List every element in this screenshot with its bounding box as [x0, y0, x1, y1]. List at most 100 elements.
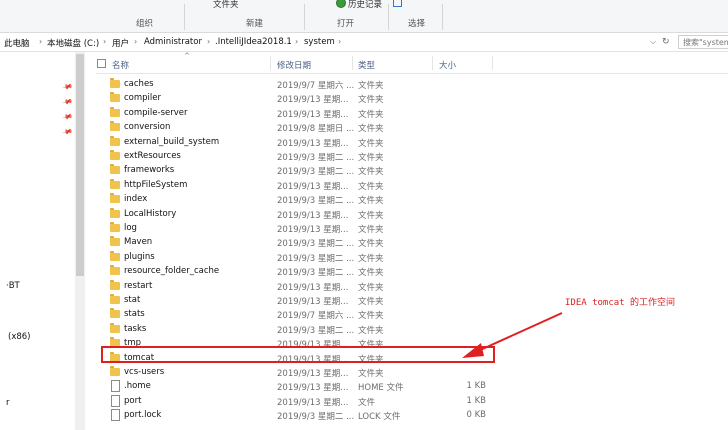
breadcrumb-chevron-icon[interactable]: › [207, 37, 210, 46]
folder-icon [110, 207, 120, 218]
folder-icon [110, 135, 120, 146]
file-type: LOCK 文件 [358, 412, 401, 423]
file-row[interactable]: index 2019/9/3 星期二 ... 文件夹 [96, 192, 656, 206]
file-row[interactable]: LocalHistory 2019/9/13 星期... 文件夹 [96, 207, 656, 221]
file-name: frameworks [124, 165, 175, 176]
file-type: 文件夹 [358, 124, 384, 135]
annotation-text: IDEA tomcat 的工作空间 [565, 298, 676, 308]
pin-icon[interactable]: 📌 [62, 126, 74, 137]
column-header-type[interactable]: 类型 [358, 59, 375, 71]
address-dropdown-icon[interactable]: ⌵ [650, 37, 656, 47]
file-name: compile-server [124, 107, 188, 118]
column-divider[interactable] [432, 56, 433, 70]
folder-icon [110, 279, 120, 290]
ribbon-folder-fragment[interactable]: 文件夹 [213, 0, 239, 10]
file-date: 2019/9/13 星期... [277, 383, 349, 394]
refresh-icon[interactable]: ↻ [662, 37, 670, 47]
file-name: extResources [124, 151, 181, 161]
file-row[interactable]: compile-server 2019/9/13 星期... 文件夹 [96, 106, 656, 120]
breadcrumb-local-disk[interactable]: 本地磁盘 (C:) [47, 37, 99, 49]
file-name: conversion [124, 122, 171, 133]
folder-icon [110, 322, 120, 333]
file-type: 文件夹 [358, 196, 384, 207]
file-type: 文件夹 [358, 239, 384, 250]
ribbon-divider [388, 4, 389, 30]
file-row[interactable]: caches 2019/9/7 星期六 ... 文件夹 [96, 77, 656, 91]
file-type: 文件 [358, 397, 376, 408]
file-row[interactable]: stats 2019/9/7 星期六 ... 文件夹 [96, 307, 656, 321]
search-input[interactable]: 搜索"system" [678, 35, 728, 49]
file-row[interactable]: .home 2019/9/13 星期... HOME 文件 1 KB [96, 379, 656, 393]
history-button[interactable]: 历史记录 [336, 0, 382, 10]
file-row[interactable]: vcs-users 2019/9/13 星期... 文件夹 [96, 365, 656, 379]
file-type: 文件夹 [358, 109, 384, 120]
file-row[interactable]: frameworks 2019/9/3 星期二 ... 文件夹 [96, 163, 656, 177]
breadcrumb-chevron-icon[interactable]: › [103, 37, 106, 46]
breadcrumb-system[interactable]: system [304, 37, 335, 47]
file-row[interactable]: resource_folder_cache 2019/9/3 星期二 ... 文件夹 [96, 264, 656, 278]
file-row[interactable]: compiler 2019/9/13 星期... 文件夹 [96, 91, 656, 105]
select-check-fragment[interactable] [393, 0, 402, 9]
file-row[interactable]: external_build_system 2019/9/13 星期... 文件夹 [96, 135, 656, 149]
ribbon-divider [184, 4, 185, 30]
breadcrumb-chevron-icon[interactable]: › [134, 37, 137, 46]
folder-icon [110, 164, 120, 175]
highlight-box [101, 346, 495, 363]
file-row[interactable]: extResources 2019/9/3 星期二 ... 文件夹 [96, 149, 656, 163]
breadcrumb-this-pc[interactable]: 此电脑 [4, 37, 30, 49]
folder-icon [110, 92, 120, 103]
file-name: stats [124, 309, 145, 320]
file-type: 文件夹 [358, 225, 384, 235]
breadcrumb-chevron-icon[interactable]: › [295, 37, 298, 46]
folder-icon [110, 150, 120, 160]
column-header-name[interactable]: 名称 [112, 59, 129, 71]
file-name: caches [124, 79, 154, 89]
file-type: 文件夹 [358, 297, 384, 307]
file-size: 1 KB [466, 395, 486, 406]
breadcrumb-administrator[interactable]: Administrator [144, 37, 202, 47]
column-header-size[interactable]: 大小 [439, 59, 456, 71]
file-row[interactable]: plugins 2019/9/3 星期二 ... 文件夹 [96, 250, 656, 264]
pin-icon[interactable]: 📌 [62, 96, 74, 107]
address-bar[interactable]: 此电脑 › 本地磁盘 (C:) › 用户 › Administrator › .… [0, 33, 728, 52]
file-row[interactable]: restart 2019/9/13 星期... 文件夹 [96, 279, 656, 293]
breadcrumb-chevron-icon[interactable]: › [39, 37, 42, 46]
nav-item-bt[interactable]: ·BT [6, 281, 20, 291]
folder-icon [110, 78, 120, 88]
file-type: 文件夹 [358, 153, 384, 163]
file-date: 2019/9/3 星期二 ... [277, 196, 355, 207]
file-size: 0 KB [466, 410, 486, 421]
file-name: Maven [124, 237, 153, 248]
file-row[interactable]: conversion 2019/9/8 星期日 ... 文件夹 [96, 120, 656, 134]
folder-icon [110, 366, 120, 376]
nav-item-r[interactable]: r [6, 398, 10, 408]
file-date: 2019/9/13 星期... [277, 282, 349, 293]
file-date: 2019/9/3 星期二 ... [277, 268, 355, 279]
file-row[interactable]: port 2019/9/13 星期... 文件 1 KB [96, 394, 656, 408]
file-row[interactable]: Maven 2019/9/3 星期二 ... 文件夹 [96, 235, 656, 249]
file-row[interactable]: tasks 2019/9/3 星期二 ... 文件夹 [96, 322, 656, 336]
file-row[interactable]: port.lock 2019/9/3 星期二 ... LOCK 文件 0 KB [96, 408, 656, 422]
column-divider[interactable] [352, 56, 353, 70]
file-name: stat [124, 295, 141, 305]
column-header-date[interactable]: 修改日期 [277, 59, 311, 71]
column-header-row: ^ 名称 修改日期 类型 大小 [96, 52, 728, 74]
file-row[interactable]: httpFileSystem 2019/9/13 星期... 文件夹 [96, 178, 656, 192]
breadcrumb-chevron-icon[interactable]: › [338, 37, 341, 46]
column-divider[interactable] [270, 56, 271, 70]
file-name: LocalHistory [124, 208, 177, 219]
file-row[interactable]: log 2019/9/13 星期... 文件夹 [96, 221, 656, 235]
breadcrumb-intellij[interactable]: .IntelliJIdea2018.1 [215, 37, 292, 47]
pin-icon[interactable]: 📌 [62, 111, 74, 122]
ribbon-group-select: 选择 [408, 19, 426, 29]
pin-icon[interactable]: 📌 [62, 81, 74, 92]
column-divider[interactable] [492, 56, 493, 70]
nav-scrollbar-thumb[interactable] [76, 54, 84, 276]
file-date: 2019/9/13 星期... [277, 181, 349, 192]
file-size: 1 KB [466, 381, 486, 392]
nav-item-x86[interactable]: (x86) [8, 332, 30, 342]
file-date: 2019/9/7 星期六 ... [277, 81, 355, 91]
select-all-checkbox[interactable] [97, 59, 106, 68]
checkbox-icon [393, 0, 402, 7]
breadcrumb-users[interactable]: 用户 [112, 37, 129, 49]
